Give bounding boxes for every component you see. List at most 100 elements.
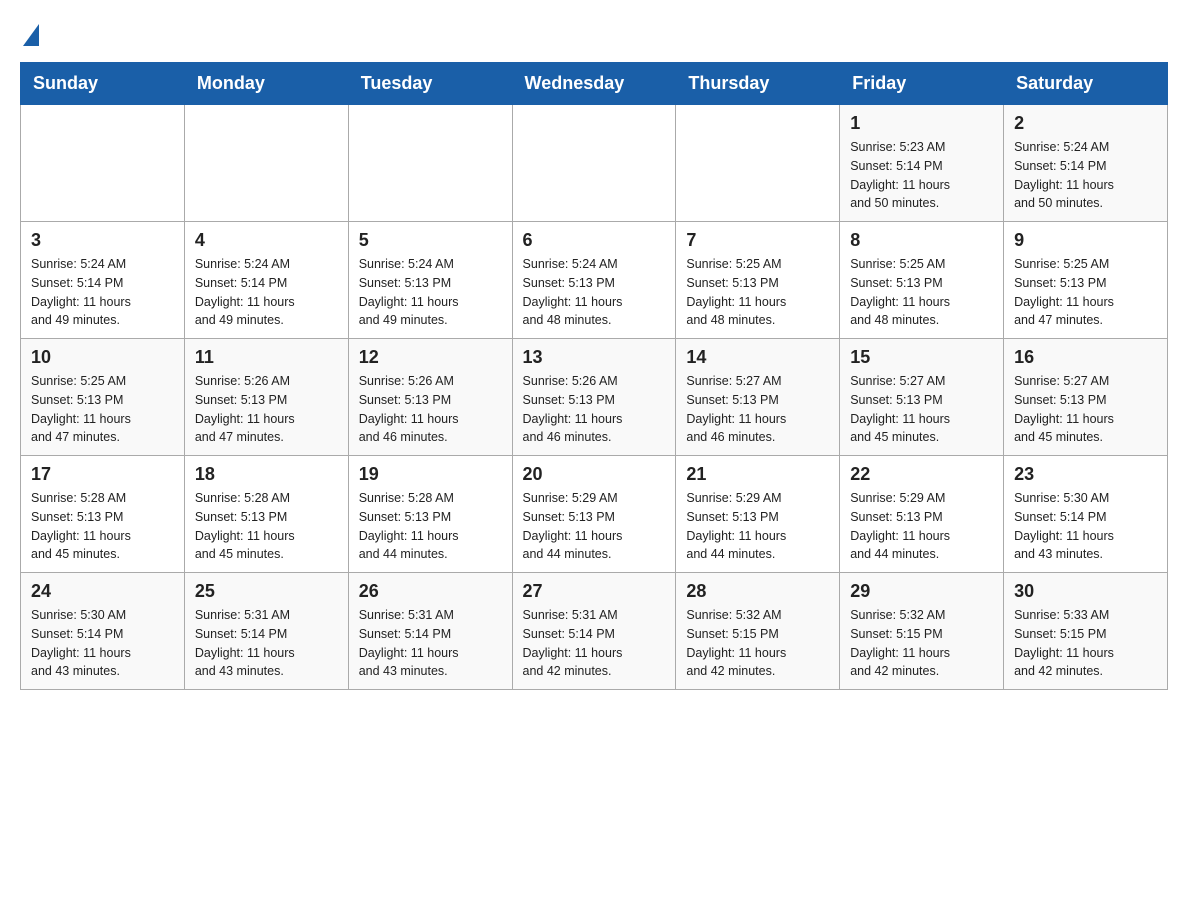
- calendar-cell: 13 Sunrise: 5:26 AM Sunset: 5:13 PM Dayli…: [512, 339, 676, 456]
- day-number: 25: [195, 581, 338, 602]
- day-info: Sunrise: 5:24 AM Sunset: 5:14 PM Dayligh…: [31, 255, 174, 330]
- calendar-cell: 18 Sunrise: 5:28 AM Sunset: 5:13 PM Dayli…: [184, 456, 348, 573]
- day-info: Sunrise: 5:30 AM Sunset: 5:14 PM Dayligh…: [1014, 489, 1157, 564]
- day-info: Sunrise: 5:24 AM Sunset: 5:13 PM Dayligh…: [523, 255, 666, 330]
- weekday-header-thursday: Thursday: [676, 63, 840, 105]
- calendar-cell: 15 Sunrise: 5:27 AM Sunset: 5:13 PM Dayli…: [840, 339, 1004, 456]
- day-number: 22: [850, 464, 993, 485]
- day-number: 17: [31, 464, 174, 485]
- calendar-cell: 24 Sunrise: 5:30 AM Sunset: 5:14 PM Dayli…: [21, 573, 185, 690]
- calendar-cell: [348, 105, 512, 222]
- calendar-cell: 23 Sunrise: 5:30 AM Sunset: 5:14 PM Dayli…: [1004, 456, 1168, 573]
- day-number: 19: [359, 464, 502, 485]
- day-number: 27: [523, 581, 666, 602]
- day-number: 6: [523, 230, 666, 251]
- day-info: Sunrise: 5:31 AM Sunset: 5:14 PM Dayligh…: [359, 606, 502, 681]
- day-info: Sunrise: 5:27 AM Sunset: 5:13 PM Dayligh…: [1014, 372, 1157, 447]
- calendar-cell: [184, 105, 348, 222]
- calendar-cell: 26Sunrise: 5:31 AM Sunset: 5:14 PM Dayli…: [348, 573, 512, 690]
- calendar-cell: 3 Sunrise: 5:24 AM Sunset: 5:14 PM Daylig…: [21, 222, 185, 339]
- day-info: Sunrise: 5:29 AM Sunset: 5:13 PM Dayligh…: [686, 489, 829, 564]
- logo-triangle-icon: [23, 24, 39, 46]
- calendar-cell: 9Sunrise: 5:25 AM Sunset: 5:13 PM Daylig…: [1004, 222, 1168, 339]
- calendar-week-2: 3 Sunrise: 5:24 AM Sunset: 5:14 PM Daylig…: [21, 222, 1168, 339]
- weekday-header-monday: Monday: [184, 63, 348, 105]
- calendar-cell: 21Sunrise: 5:29 AM Sunset: 5:13 PM Dayli…: [676, 456, 840, 573]
- day-number: 1: [850, 113, 993, 134]
- weekday-header-sunday: Sunday: [21, 63, 185, 105]
- day-number: 8: [850, 230, 993, 251]
- day-info: Sunrise: 5:32 AM Sunset: 5:15 PM Dayligh…: [686, 606, 829, 681]
- day-number: 16: [1014, 347, 1157, 368]
- day-number: 18: [195, 464, 338, 485]
- calendar-cell: 12Sunrise: 5:26 AM Sunset: 5:13 PM Dayli…: [348, 339, 512, 456]
- day-number: 3: [31, 230, 174, 251]
- calendar-cell: 16 Sunrise: 5:27 AM Sunset: 5:13 PM Dayli…: [1004, 339, 1168, 456]
- calendar-cell: 6 Sunrise: 5:24 AM Sunset: 5:13 PM Daylig…: [512, 222, 676, 339]
- day-info: Sunrise: 5:33 AM Sunset: 5:15 PM Dayligh…: [1014, 606, 1157, 681]
- day-info: Sunrise: 5:26 AM Sunset: 5:13 PM Dayligh…: [523, 372, 666, 447]
- calendar-cell: 8 Sunrise: 5:25 AM Sunset: 5:13 PM Daylig…: [840, 222, 1004, 339]
- calendar-week-3: 10Sunrise: 5:25 AM Sunset: 5:13 PM Dayli…: [21, 339, 1168, 456]
- day-info: Sunrise: 5:30 AM Sunset: 5:14 PM Dayligh…: [31, 606, 174, 681]
- calendar-week-4: 17 Sunrise: 5:28 AM Sunset: 5:13 PM Dayli…: [21, 456, 1168, 573]
- calendar-cell: 2 Sunrise: 5:24 AM Sunset: 5:14 PM Daylig…: [1004, 105, 1168, 222]
- day-number: 10: [31, 347, 174, 368]
- day-number: 12: [359, 347, 502, 368]
- day-info: Sunrise: 5:29 AM Sunset: 5:13 PM Dayligh…: [523, 489, 666, 564]
- logo: [20, 20, 39, 46]
- weekday-header-row: SundayMondayTuesdayWednesdayThursdayFrid…: [21, 63, 1168, 105]
- calendar-week-5: 24 Sunrise: 5:30 AM Sunset: 5:14 PM Dayli…: [21, 573, 1168, 690]
- calendar-cell: 29Sunrise: 5:32 AM Sunset: 5:15 PM Dayli…: [840, 573, 1004, 690]
- calendar-cell: 25 Sunrise: 5:31 AM Sunset: 5:14 PM Dayli…: [184, 573, 348, 690]
- calendar-cell: 28 Sunrise: 5:32 AM Sunset: 5:15 PM Dayli…: [676, 573, 840, 690]
- day-info: Sunrise: 5:23 AM Sunset: 5:14 PM Dayligh…: [850, 138, 993, 213]
- day-number: 11: [195, 347, 338, 368]
- calendar-cell: [21, 105, 185, 222]
- weekday-header-saturday: Saturday: [1004, 63, 1168, 105]
- day-number: 13: [523, 347, 666, 368]
- day-number: 5: [359, 230, 502, 251]
- day-number: 2: [1014, 113, 1157, 134]
- day-number: 20: [523, 464, 666, 485]
- day-info: Sunrise: 5:24 AM Sunset: 5:13 PM Dayligh…: [359, 255, 502, 330]
- day-info: Sunrise: 5:28 AM Sunset: 5:13 PM Dayligh…: [359, 489, 502, 564]
- day-number: 4: [195, 230, 338, 251]
- calendar-cell: 5 Sunrise: 5:24 AM Sunset: 5:13 PM Daylig…: [348, 222, 512, 339]
- day-number: 7: [686, 230, 829, 251]
- calendar-cell: 4Sunrise: 5:24 AM Sunset: 5:14 PM Daylig…: [184, 222, 348, 339]
- calendar-cell: 17 Sunrise: 5:28 AM Sunset: 5:13 PM Dayli…: [21, 456, 185, 573]
- calendar-cell: 30 Sunrise: 5:33 AM Sunset: 5:15 PM Dayli…: [1004, 573, 1168, 690]
- day-number: 15: [850, 347, 993, 368]
- calendar-cell: [512, 105, 676, 222]
- calendar-cell: 10Sunrise: 5:25 AM Sunset: 5:13 PM Dayli…: [21, 339, 185, 456]
- day-number: 24: [31, 581, 174, 602]
- day-info: Sunrise: 5:27 AM Sunset: 5:13 PM Dayligh…: [686, 372, 829, 447]
- day-info: Sunrise: 5:31 AM Sunset: 5:14 PM Dayligh…: [195, 606, 338, 681]
- day-info: Sunrise: 5:29 AM Sunset: 5:13 PM Dayligh…: [850, 489, 993, 564]
- day-info: Sunrise: 5:26 AM Sunset: 5:13 PM Dayligh…: [195, 372, 338, 447]
- day-info: Sunrise: 5:25 AM Sunset: 5:13 PM Dayligh…: [850, 255, 993, 330]
- day-info: Sunrise: 5:31 AM Sunset: 5:14 PM Dayligh…: [523, 606, 666, 681]
- calendar-cell: [676, 105, 840, 222]
- day-info: Sunrise: 5:27 AM Sunset: 5:13 PM Dayligh…: [850, 372, 993, 447]
- day-number: 28: [686, 581, 829, 602]
- weekday-header-tuesday: Tuesday: [348, 63, 512, 105]
- calendar-cell: 7 Sunrise: 5:25 AM Sunset: 5:13 PM Daylig…: [676, 222, 840, 339]
- page-header: [20, 20, 1168, 46]
- calendar-cell: 14 Sunrise: 5:27 AM Sunset: 5:13 PM Dayli…: [676, 339, 840, 456]
- calendar-cell: 1 Sunrise: 5:23 AM Sunset: 5:14 PM Daylig…: [840, 105, 1004, 222]
- day-info: Sunrise: 5:25 AM Sunset: 5:13 PM Dayligh…: [686, 255, 829, 330]
- weekday-header-wednesday: Wednesday: [512, 63, 676, 105]
- calendar-cell: 22 Sunrise: 5:29 AM Sunset: 5:13 PM Dayli…: [840, 456, 1004, 573]
- day-number: 30: [1014, 581, 1157, 602]
- day-info: Sunrise: 5:28 AM Sunset: 5:13 PM Dayligh…: [31, 489, 174, 564]
- calendar-table: SundayMondayTuesdayWednesdayThursdayFrid…: [20, 62, 1168, 690]
- day-number: 23: [1014, 464, 1157, 485]
- day-info: Sunrise: 5:24 AM Sunset: 5:14 PM Dayligh…: [1014, 138, 1157, 213]
- day-number: 14: [686, 347, 829, 368]
- weekday-header-friday: Friday: [840, 63, 1004, 105]
- day-info: Sunrise: 5:28 AM Sunset: 5:13 PM Dayligh…: [195, 489, 338, 564]
- day-number: 29: [850, 581, 993, 602]
- calendar-week-1: 1 Sunrise: 5:23 AM Sunset: 5:14 PM Daylig…: [21, 105, 1168, 222]
